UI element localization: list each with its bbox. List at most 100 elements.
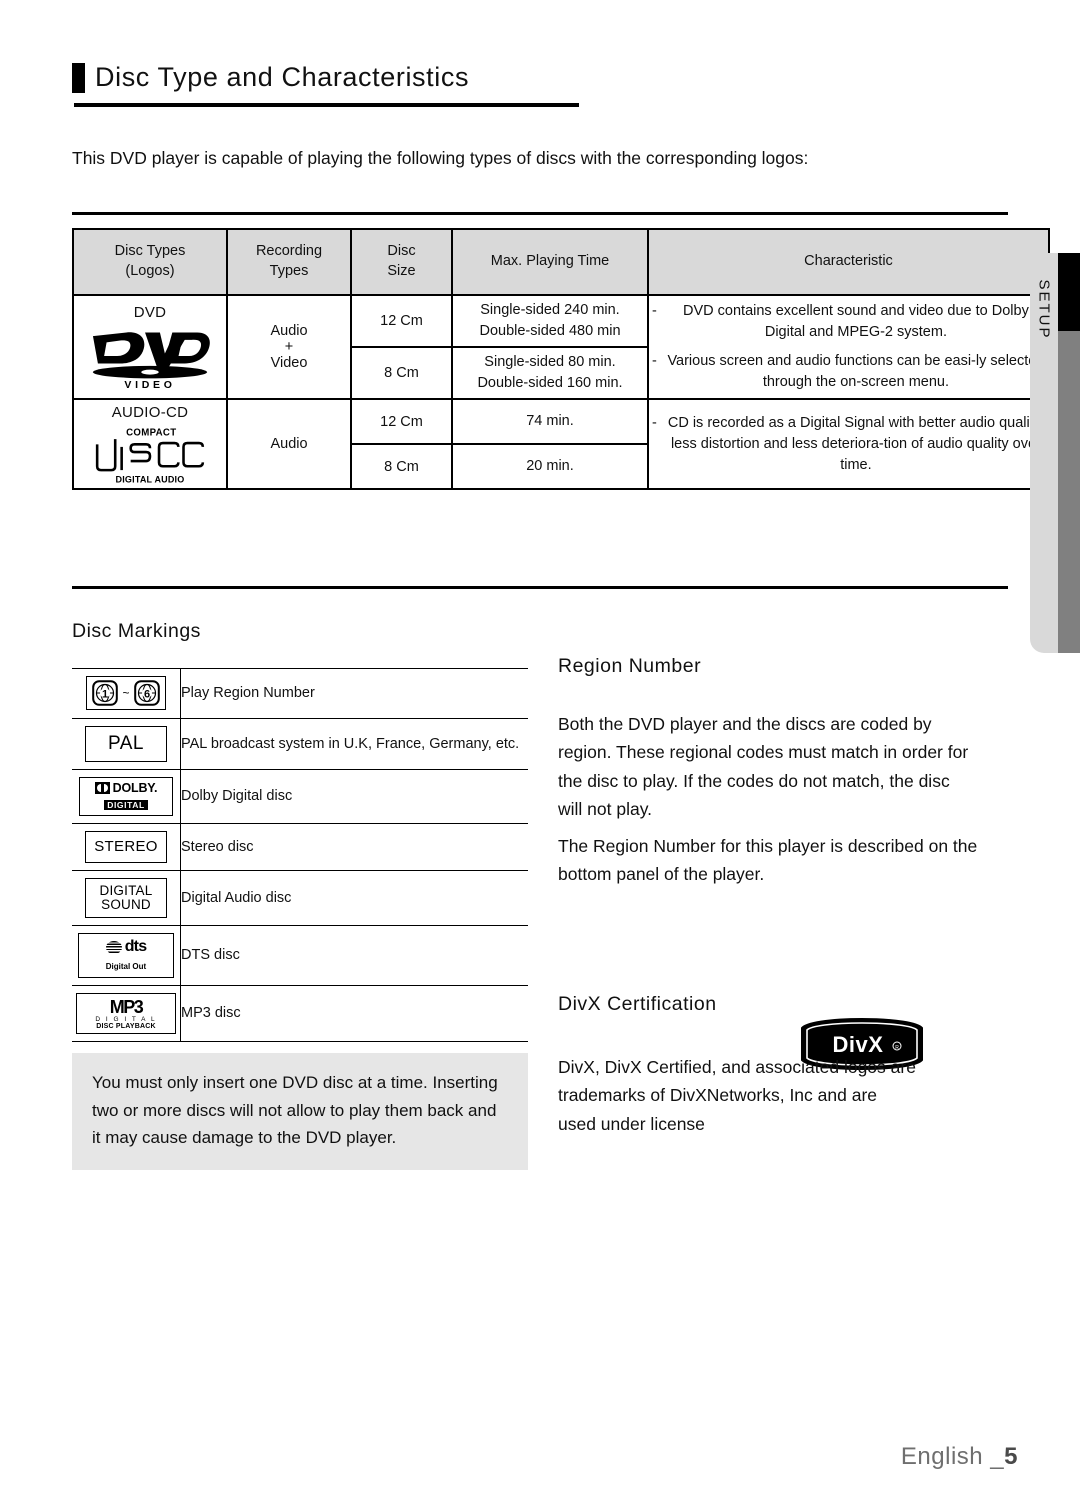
table-top-rule [72,212,1008,215]
marking-description: Dolby Digital disc [180,769,528,824]
side-edge-marker-gray [1058,331,1080,653]
mp3-badge-icon: MP3 D I G I T A L DISC PLAYBACK [72,985,181,1043]
dts-badge: dts Digital Out [78,933,174,979]
setup-side-tab[interactable]: SETUP [1030,253,1058,653]
marking-row: DIGITAL SOUND Digital Audio disc [72,870,528,927]
cell-audiocd-logo: AUDIO-CD COMPACT DIGITAL AUDIO [72,398,228,491]
header-characteristic: Characteristic [647,228,1050,296]
marking-row: MP3 D I G I T A L DISC PLAYBACK MP3 disc [72,985,528,1043]
marking-row: DOLBY. DIGITAL Dolby Digital disc [72,769,528,824]
header-disc-types: Disc Types (Logos) [72,228,228,296]
dolby-digital-label: DIGITAL [104,799,148,810]
svg-text:6: 6 [143,689,149,701]
title-bullet-icon [72,62,85,93]
region-number-badges-icon: 1 ~ 6 [72,668,181,719]
cell-dvd-time-8cm: Single-sided 80 min. Double-sided 160 mi… [451,346,649,401]
svg-text:R: R [895,1045,899,1051]
page-title-text: Disc Type and Characteristics [95,62,470,92]
digital-sound-line1: DIGITAL [99,882,153,898]
dts-badge-icon: dts Digital Out [72,925,181,987]
bullet-dash: - [652,353,657,370]
mp3-digital-label: D I G I T A L [95,1016,157,1024]
dts-wordmark: dts [124,938,147,956]
cell-dvd-characteristic: - DVD contains excellent sound and video… [647,293,1050,401]
cell-audiocd-time-8cm: 20 min. [451,443,649,491]
page-footer: English _5 [901,1443,1018,1471]
region-badge-pair: 1 ~ 6 [86,676,166,710]
svg-text:DIGITAL AUDIO: DIGITAL AUDIO [116,474,185,484]
marking-description: Digital Audio disc [180,870,528,927]
dts-top-row: dts [85,938,167,956]
side-edge-marker-black [1058,253,1080,331]
setup-side-tab-label: SETUP [1035,279,1053,340]
disc-type-table: Disc Types (Logos) Recording Types Disc … [72,228,1050,491]
cell-dvd-logo: DVD VIDEO [72,293,228,401]
characteristic-item: - DVD contains excellent sound and video… [652,301,1045,343]
marking-description: MP3 disc [180,985,528,1043]
cell-audiocd-recording-types: Audio [226,398,352,491]
cell-dvd-recording-types: Audio + Video [226,293,352,401]
characteristic-item: - Various screen and audio functions can… [652,351,1045,393]
title-underline [74,103,579,107]
cell-dvd-time-12cm: Single-sided 240 min. Double-sided 480 m… [451,293,649,349]
digital-sound-label: DIGITAL SOUND [85,877,167,919]
header-recording-types: Recording Types [226,228,352,296]
marking-row: dts Digital Out DTS disc [72,925,528,987]
digital-sound-badge-icon: DIGITAL SOUND [72,870,181,927]
intro-paragraph: This DVD player is capable of playing th… [72,148,809,168]
page-title: Disc Type and Characteristics [72,62,582,97]
marking-description: PAL broadcast system in U.K, France, Ger… [180,718,528,770]
bullet-dash: - [652,303,657,319]
cell-audiocd-characteristic: - CD is recorded as a Digital Signal wit… [647,398,1050,491]
dts-digital-out-label: Digital Out [105,962,147,972]
region-range-tilde: ~ [122,686,130,700]
marking-description: Stereo disc [180,823,528,871]
cell-dvd-size-8cm: 8 Cm [350,346,453,401]
mp3-disc-playback-label: DISC PLAYBACK [96,1023,156,1031]
dvd-caption: DVD [133,303,167,321]
pal-badge-icon: PAL [72,718,181,770]
warning-note-box: You must only insert one DVD disc at a t… [72,1053,528,1170]
compact-disc-digital-audio-logo: COMPACT DIGITAL AUDIO [77,425,223,484]
header-max-playing-time: Max. Playing Time [451,228,649,296]
header-disc-size: Disc Size [350,228,453,296]
marking-row: 1 ~ 6 Play Region Number [72,668,528,719]
region-number-heading: Region Number [558,655,702,677]
footer-page-number: 5 [1004,1443,1018,1470]
marking-description: DTS disc [180,925,528,987]
cell-audiocd-time-12cm: 74 min. [451,398,649,446]
stereo-badge-icon: STEREO [72,823,181,871]
cell-audiocd-size-12cm: 12 Cm [350,398,453,446]
page-title-block: Disc Type and Characteristics [72,62,582,97]
dolby-double-d-icon [94,781,110,794]
cell-audiocd-size-8cm: 8 Cm [350,443,453,491]
disc-markings-heading: Disc Markings [72,620,201,642]
dts-disc-icon [105,940,122,954]
cell-dvd-size-12cm: 12 Cm [350,293,453,349]
region-number-paragraph-1: Both the DVD player and the discs are co… [558,714,969,820]
disc-markings-table: 1 ~ 6 Play Region Number PAL PAL broadca… [72,668,528,1043]
characteristic-item: - CD is recorded as a Digital Signal wit… [652,413,1045,476]
dolby-wordmark: DOLBY. [112,780,158,795]
table-row: DVD VIDEO Audio + Video 12 Cm Single-sid… [72,293,1050,401]
digital-sound-line2: SOUND [101,896,151,912]
marking-description: Play Region Number [180,668,528,719]
mp3-badge: MP3 D I G I T A L DISC PLAYBACK [76,993,176,1035]
dvd-video-logo: VIDEO [77,325,223,390]
dolby-badge: DOLBY. DIGITAL [79,776,173,816]
pal-label: PAL [85,726,167,762]
dolby-top-row: DOLBY. [85,781,167,795]
dolby-digital-badge-icon: DOLBY. DIGITAL [72,769,181,824]
svg-text:VIDEO: VIDEO [124,379,175,390]
audiocd-caption: AUDIO-CD [111,404,189,422]
svg-text:1: 1 [102,689,108,701]
bullet-dash: - [652,414,657,431]
divx-certification-heading: DivX Certification [558,993,717,1015]
stereo-label: STEREO [85,830,167,863]
region-number-paragraph-2: The Region Number for this player is des… [558,836,978,885]
footer-language: English _ [900,1443,1005,1470]
divx-certification-paragraph: DivX, DivX Certified, and associated log… [558,1057,916,1134]
table-header-row: Disc Types (Logos) Recording Types Disc … [72,228,1050,296]
svg-text:COMPACT: COMPACT [126,427,176,438]
mp3-wordmark: MP3 [109,997,144,1018]
